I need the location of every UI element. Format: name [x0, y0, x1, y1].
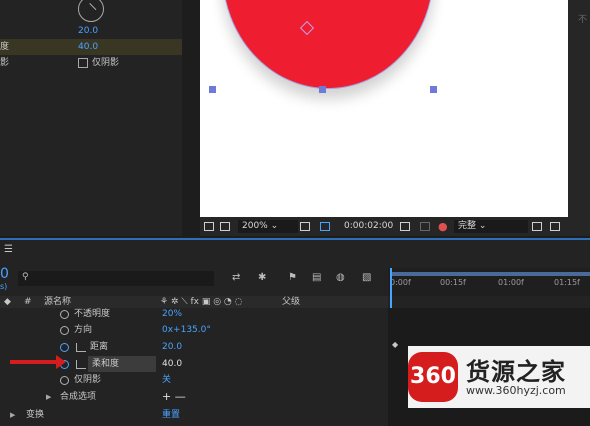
- timeline-toggle-icon[interactable]: [550, 222, 560, 231]
- frame-blending-icon[interactable]: ▤: [312, 272, 321, 283]
- show-snapshot-icon[interactable]: [420, 222, 430, 231]
- stopwatch-icon[interactable]: [60, 376, 69, 385]
- always-preview-icon[interactable]: [204, 222, 214, 231]
- keyframe-icon[interactable]: ◆: [392, 340, 398, 349]
- bbox-handle-left[interactable]: [209, 86, 216, 93]
- stopwatch-icon[interactable]: [60, 310, 69, 319]
- effect-row-shadow-only: 影 仅阴影: [0, 55, 182, 71]
- panel-divider: [182, 0, 198, 236]
- zoom-select[interactable]: 200% ⌄: [238, 220, 298, 233]
- prop-row-distance: 距离 20.0: [0, 339, 388, 355]
- prop-row-direction: 方向 0x+135.0°: [0, 322, 388, 338]
- bbox-handle-bottom[interactable]: [319, 86, 326, 93]
- comp-flowchart-icon[interactable]: ⇄: [232, 272, 240, 283]
- effect-controls-panel: 20.0 度 40.0 影 仅阴影: [0, 0, 182, 236]
- red-arrow-annotation: [10, 355, 66, 369]
- playhead[interactable]: [390, 268, 392, 308]
- region-of-interest-icon[interactable]: [300, 222, 310, 231]
- snapshot-icon[interactable]: [400, 222, 410, 231]
- fast-preview-icon[interactable]: [532, 222, 542, 231]
- softness-label: 度: [0, 42, 10, 52]
- shadow-only-checkbox-label: 仅阴影: [92, 58, 120, 68]
- watermark-url: www.360hyzj.com: [466, 384, 566, 397]
- watermark-logo: 360: [408, 352, 458, 402]
- monitor-icon[interactable]: [220, 222, 230, 231]
- watermark: 360 货源之家 www.360hyzj.com: [408, 346, 590, 408]
- prop-row-compositing: ▶ 合成选项 + —: [46, 389, 186, 405]
- distance-value[interactable]: 20.0: [78, 23, 98, 39]
- softness-timeline-value[interactable]: 40.0: [162, 356, 182, 372]
- current-time[interactable]: 0:00:02:00: [344, 217, 393, 236]
- expand-triangle-icon[interactable]: ▶: [10, 407, 15, 423]
- timeline-menu-icon[interactable]: ☰: [4, 244, 13, 255]
- expand-triangle-icon[interactable]: ▶: [46, 389, 51, 405]
- timeline-search-input[interactable]: ⚲: [18, 271, 214, 286]
- effect-row-distance: 20.0: [0, 23, 182, 39]
- prop-row-shadow-only: 仅阴影 关: [0, 372, 388, 388]
- red-circle-shape[interactable]: [222, 0, 434, 89]
- add-remove-buttons[interactable]: + —: [162, 389, 186, 405]
- work-area-bar[interactable]: [392, 272, 590, 276]
- softness-value[interactable]: 40.0: [78, 39, 98, 55]
- bbox-handle-right[interactable]: [430, 86, 437, 93]
- resolution-select[interactable]: 完整 ⌄: [454, 220, 528, 233]
- right-panel: 不: [568, 0, 590, 236]
- effect-row-softness: 度 40.0: [0, 39, 182, 55]
- effect-row-direction: [0, 0, 182, 22]
- watermark-title: 货源之家: [466, 358, 566, 386]
- graph-icon[interactable]: [76, 343, 86, 352]
- shadow-only-label: 影: [0, 58, 10, 68]
- prop-row-transform: ▶ 变换 重置: [0, 407, 388, 423]
- transparency-grid-icon[interactable]: [320, 222, 330, 231]
- search-icon: ⚲: [22, 272, 29, 282]
- graph-icon[interactable]: [76, 360, 86, 369]
- stopwatch-icon[interactable]: [60, 326, 69, 335]
- stopwatch-icon[interactable]: [60, 343, 69, 352]
- direction-dial-icon[interactable]: [78, 0, 104, 22]
- color-channel-icon[interactable]: ●: [438, 217, 448, 236]
- reset-link[interactable]: 重置: [162, 407, 180, 423]
- viewer-toolbar: 200% ⌄ 0:00:02:00 ● 完整 ⌄: [200, 217, 568, 236]
- motion-blur-icon[interactable]: ◍: [336, 272, 345, 283]
- shy-layers-icon[interactable]: ⚑: [288, 272, 297, 283]
- draft-3d-icon[interactable]: ✱: [258, 272, 266, 283]
- composition-viewer[interactable]: [200, 0, 568, 217]
- prop-row-opacity: 不透明度 20%: [0, 306, 388, 322]
- shadow-only-checkbox[interactable]: [78, 57, 88, 68]
- graph-editor-icon[interactable]: ▧: [362, 272, 371, 283]
- comp-time-display[interactable]: 0: [0, 266, 9, 282]
